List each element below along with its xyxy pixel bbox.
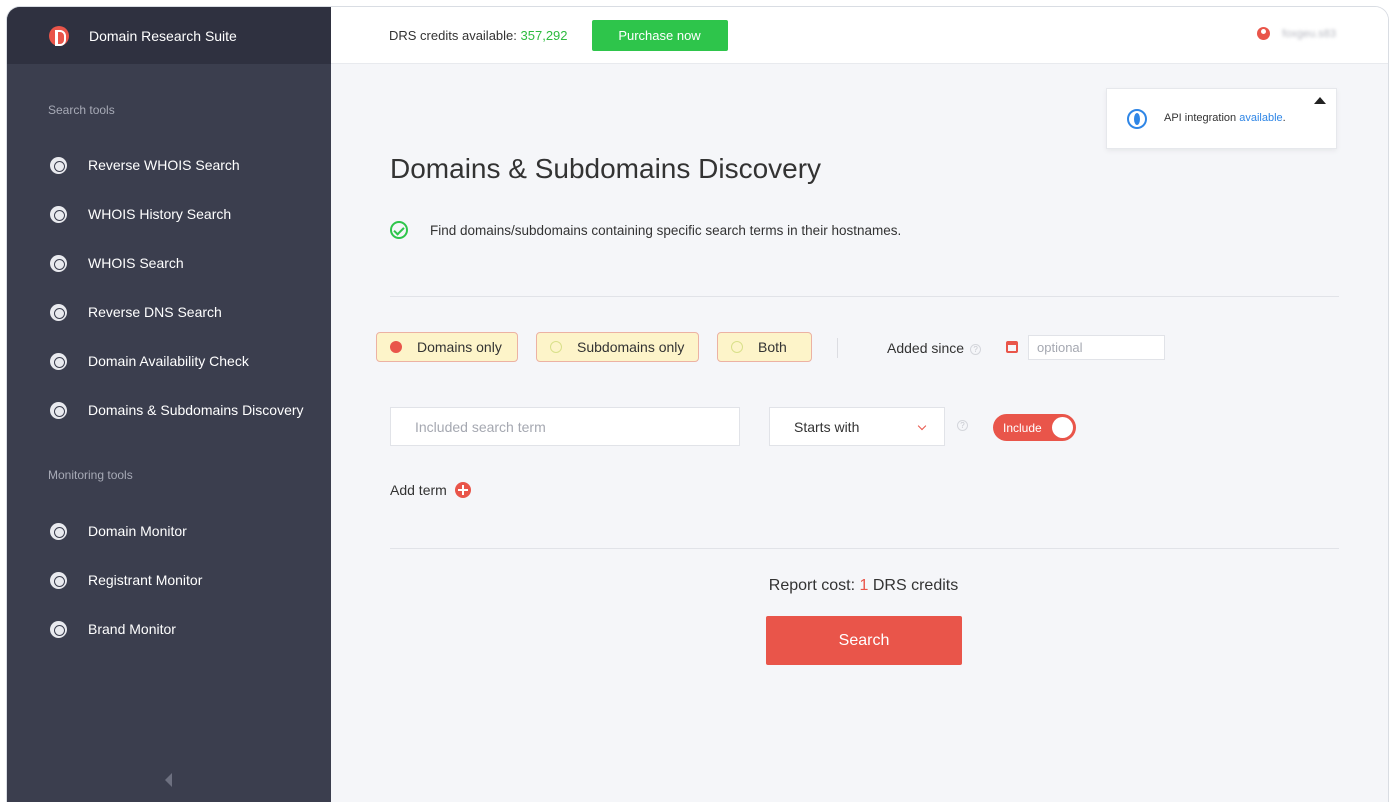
collapse-sidebar-icon[interactable] xyxy=(165,773,172,787)
username: foxgeu.s83 xyxy=(1282,27,1336,40)
divider xyxy=(390,296,1339,297)
sidebar-item-label: WHOIS History Search xyxy=(88,206,232,222)
registrant-monitor-icon xyxy=(50,571,67,589)
search-term-input[interactable] xyxy=(390,407,740,446)
option-label: Subdomains only xyxy=(577,339,685,355)
check-circle-icon xyxy=(390,221,408,239)
sidebar-item-whois-search[interactable]: WHOIS Search xyxy=(7,246,331,280)
report-cost-value: 1 xyxy=(859,577,869,594)
added-since-text: Added since xyxy=(887,340,965,356)
added-since-label: Added since? xyxy=(887,340,982,356)
target-icon xyxy=(50,401,67,419)
whois-user-icon xyxy=(50,254,67,272)
option-label: Both xyxy=(758,339,787,355)
api-notice: API integration available. xyxy=(1106,88,1337,149)
credits-value: 357,292 xyxy=(520,27,568,43)
include-toggle[interactable]: Include xyxy=(993,414,1076,441)
sidebar-item-label: Domains & Subdomains Discovery xyxy=(88,402,304,418)
match-mode-value: Starts with xyxy=(794,418,860,435)
page-description: Find domains/subdomains containing speci… xyxy=(430,223,902,238)
added-since-date-input[interactable] xyxy=(1028,335,1165,360)
option-domains-only[interactable]: Domains only xyxy=(376,332,518,362)
help-icon[interactable]: ? xyxy=(970,343,982,355)
brand-monitor-icon xyxy=(50,620,67,638)
credits-label: DRS credits available: xyxy=(389,27,517,43)
api-notice-text: API integration available. xyxy=(1164,112,1286,124)
sidebar-item-registrant-monitor[interactable]: Registrant Monitor xyxy=(7,563,331,597)
logo-icon xyxy=(49,25,69,46)
add-term-button[interactable]: Add term xyxy=(390,482,471,498)
api-available-link[interactable]: available xyxy=(1239,112,1282,124)
search-tools-label: Search tools xyxy=(48,103,115,117)
domain-monitor-icon xyxy=(50,522,67,540)
history-icon xyxy=(50,205,67,223)
app-window: Domain Research Suite Search tools Rever… xyxy=(6,6,1389,802)
sidebar-item-brand-monitor[interactable]: Brand Monitor xyxy=(7,612,331,646)
brand-header[interactable]: Domain Research Suite xyxy=(7,7,331,64)
sidebar-item-domains-discovery[interactable]: Domains & Subdomains Discovery xyxy=(7,393,331,427)
main-content: API integration available. Domains & Sub… xyxy=(331,64,1388,802)
credits-info: DRS credits available: 357,292 xyxy=(389,28,568,43)
sidebar-item-whois-history[interactable]: WHOIS History Search xyxy=(7,197,331,231)
app-name: Domain Research Suite xyxy=(89,27,237,44)
calendar-icon[interactable] xyxy=(1006,341,1018,353)
sidebar-item-reverse-whois[interactable]: Reverse WHOIS Search xyxy=(7,148,331,182)
sidebar-item-domain-monitor[interactable]: Domain Monitor xyxy=(7,514,331,548)
search-button[interactable]: Search xyxy=(766,616,962,665)
match-mode-select[interactable]: Starts with xyxy=(769,407,945,446)
api-notice-label: API integration xyxy=(1164,112,1240,124)
globe-icon xyxy=(50,303,67,321)
add-term-label: Add term xyxy=(390,482,447,498)
top-bar: DRS credits available: 357,292 Purchase … xyxy=(331,7,1388,64)
page-title: Domains & Subdomains Discovery xyxy=(390,153,822,184)
option-both[interactable]: Both xyxy=(717,332,812,362)
user-menu[interactable]: foxgeu.s83 xyxy=(1257,27,1336,40)
radio-unselected-icon xyxy=(731,341,743,353)
option-label: Domains only xyxy=(417,339,502,355)
report-cost-label: Report cost: xyxy=(768,577,856,594)
sidebar-item-label: Domain Availability Check xyxy=(88,353,249,369)
separator xyxy=(837,338,838,358)
monitoring-tools-label: Monitoring tools xyxy=(48,468,133,482)
sidebar: Domain Research Suite Search tools Rever… xyxy=(7,7,331,802)
collapse-notice-icon[interactable] xyxy=(1314,97,1326,104)
info-icon xyxy=(1127,109,1147,129)
sidebar-item-reverse-dns[interactable]: Reverse DNS Search xyxy=(7,295,331,329)
report-cost: Report cost: 1 DRS credits xyxy=(331,577,1388,595)
sidebar-item-label: Domain Monitor xyxy=(88,523,187,539)
reverse-whois-icon xyxy=(50,156,67,174)
sidebar-item-label: Reverse DNS Search xyxy=(88,304,222,320)
radio-unselected-icon xyxy=(550,341,562,353)
report-cost-unit: DRS credits xyxy=(872,577,959,594)
toggle-knob xyxy=(1052,417,1073,438)
sidebar-item-label: WHOIS Search xyxy=(88,255,184,271)
help-icon[interactable]: ? xyxy=(957,420,968,431)
sidebar-item-label: Brand Monitor xyxy=(88,621,176,637)
sidebar-item-domain-availability[interactable]: Domain Availability Check xyxy=(7,344,331,378)
user-icon xyxy=(1257,27,1271,40)
radio-selected-icon xyxy=(390,341,402,353)
sidebar-item-label: Registrant Monitor xyxy=(88,572,203,588)
divider xyxy=(390,548,1339,549)
exclamation-icon xyxy=(50,352,67,370)
purchase-now-button[interactable]: Purchase now xyxy=(591,19,728,51)
chevron-down-icon xyxy=(917,421,927,431)
option-subdomains-only[interactable]: Subdomains only xyxy=(536,332,699,362)
sidebar-item-label: Reverse WHOIS Search xyxy=(88,157,240,173)
api-notice-suffix: . xyxy=(1282,112,1286,124)
toggle-label: Include xyxy=(1003,421,1042,435)
plus-circle-icon xyxy=(454,482,471,498)
